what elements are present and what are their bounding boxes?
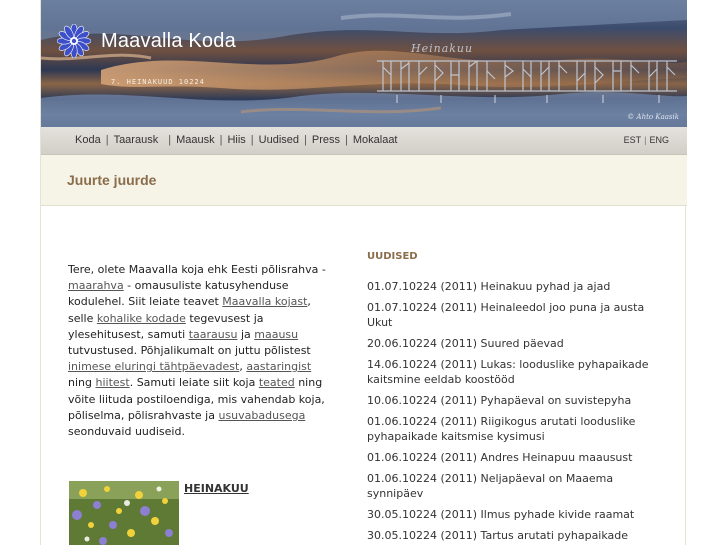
news-item[interactable]: 01.07.10224 (2011) Heinakuu pyhad ja aja… bbox=[367, 279, 649, 294]
intro-text-part: . Samuti leiate siit koja bbox=[129, 376, 259, 390]
language-switcher: EST | ENG bbox=[624, 135, 669, 145]
photo-credit: © Ahto Kaasik bbox=[627, 113, 679, 121]
nav-item-hiis[interactable]: Hiis bbox=[227, 134, 245, 146]
news-list: 01.07.10224 (2011) Heinakuu pyhad ja aja… bbox=[367, 279, 649, 545]
nav-item-uudised[interactable]: Uudised bbox=[259, 134, 299, 146]
nav-separator: | bbox=[168, 134, 172, 146]
link-kohalike-kodade[interactable]: kohalike kodade bbox=[97, 312, 186, 325]
page-title: Juurte juurde bbox=[67, 172, 157, 188]
flower-photo[interactable] bbox=[69, 481, 179, 545]
link-teated[interactable]: teated bbox=[259, 376, 295, 389]
intro-text-part: seonduvaid uudiseid. bbox=[68, 425, 185, 439]
news-item[interactable]: 01.06.10224 (2011) Riigikogus arutati lo… bbox=[367, 414, 649, 444]
news-item[interactable]: 01.06.10224 (2011) Neljapäeval on Maaema… bbox=[367, 471, 649, 501]
lang-est[interactable]: EST bbox=[624, 135, 642, 145]
intro-text-part: ning bbox=[68, 376, 96, 390]
intro-text-part: Tere, olete Maavalla koja ehk Eesti põli… bbox=[68, 263, 326, 276]
lang-eng[interactable]: ENG bbox=[649, 135, 669, 145]
current-date: 7. HEINAKUUD 10224 bbox=[111, 78, 205, 86]
meadow-flowers-image bbox=[69, 481, 179, 545]
link-maausu[interactable]: maausu bbox=[254, 328, 298, 341]
nav-separator: | bbox=[105, 134, 109, 146]
nav-separator: | bbox=[345, 134, 348, 146]
nav-separator: | bbox=[304, 134, 307, 146]
news-heading: UUDISED bbox=[367, 251, 418, 262]
link-usuvabadusega[interactable]: usuvabadusega bbox=[218, 409, 305, 422]
feature-link-heinakuu[interactable]: HEINAKUU bbox=[184, 482, 249, 495]
header-banner: Maavalla Koda 7. HEINAKUUD 10224 Heinaku… bbox=[41, 0, 687, 127]
news-item[interactable]: 10.06.10224 (2011) Pyhapäeval on suviste… bbox=[367, 393, 649, 408]
nav-item-koda[interactable]: Koda bbox=[75, 134, 101, 146]
section-header: Juurte juurde bbox=[41, 155, 687, 206]
link-maavalla-kojast[interactable]: Maavalla kojast bbox=[222, 295, 307, 308]
intro-text-part: ja bbox=[237, 327, 255, 341]
news-item[interactable]: 14.06.10224 (2011) Lukas: looduslike pyh… bbox=[367, 357, 649, 387]
page: Maavalla Koda 7. HEINAKUUD 10224 Heinaku… bbox=[40, 0, 687, 545]
link-maarahva[interactable]: maarahva bbox=[68, 279, 124, 292]
nav-separator: | bbox=[250, 134, 254, 146]
blue-flower-icon bbox=[57, 24, 91, 58]
news-item[interactable]: 30.05.10224 (2011) Ilmus pyhade kivide r… bbox=[367, 507, 649, 522]
intro-text-part: tutvustused. Põhjalikumalt on juttu põli… bbox=[68, 344, 311, 358]
news-item[interactable]: 30.05.10224 (2011) Tartus arutati pyhapa… bbox=[367, 528, 649, 545]
link-taarausu[interactable]: taarausu bbox=[189, 328, 238, 341]
link-hiitest[interactable]: hiitest bbox=[95, 376, 129, 389]
intro-text: Tere, olete Maavalla koja ehk Eesti põli… bbox=[68, 262, 326, 440]
main-nav: Koda | Taarausk | Maausk | Hiis | Uudised | Press |… bbox=[41, 127, 687, 155]
site-logo-text[interactable]: Maavalla Koda bbox=[101, 30, 236, 53]
nav-item-taarausk[interactable]: Taarausk bbox=[114, 134, 159, 146]
nav-separator: | bbox=[219, 134, 223, 146]
nav-item-maausk[interactable]: Maausk bbox=[176, 134, 215, 146]
news-item[interactable]: 01.06.10224 (2011) Andres Heinapuu maaus… bbox=[367, 450, 649, 465]
nav-item-mokalaat[interactable]: Mokalaat bbox=[353, 134, 398, 146]
nav-item-press[interactable]: Press bbox=[312, 134, 340, 146]
link-tahtpaevad[interactable]: inimese eluringi tähtpäevadest bbox=[68, 360, 239, 373]
lang-separator: | bbox=[644, 135, 647, 145]
news-item[interactable]: 20.06.10224 (2011) Suured päevad bbox=[367, 336, 649, 351]
news-item[interactable]: 01.07.10224 (2011) Heinaleedol joo puna … bbox=[367, 300, 649, 330]
rune-month-label: Heinakuu bbox=[411, 42, 474, 55]
link-aastaringist[interactable]: aastaringist bbox=[246, 360, 311, 373]
rune-calendar-icon bbox=[377, 60, 677, 103]
nav-items: Koda | Taarausk | Maausk | Hiis | Uudised | Press |… bbox=[75, 134, 398, 146]
